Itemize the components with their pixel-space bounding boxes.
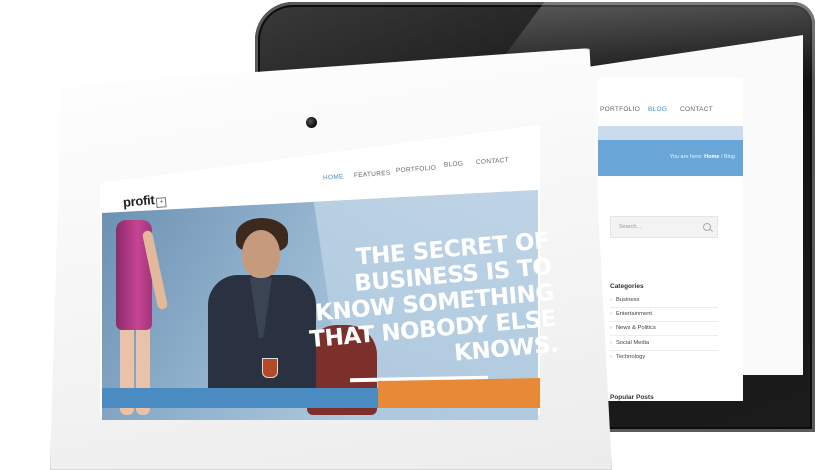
page-title-banner: You are here: Home / Blog	[598, 140, 743, 176]
breadcrumb-current: Blog	[723, 154, 735, 160]
nav-blog[interactable]: BLOG	[444, 160, 464, 168]
hero-headline: THE SECRET OF BUSINESS IS TO KNOW SOMETH…	[249, 228, 559, 384]
chevron-right-icon: ›	[610, 297, 612, 303]
breadcrumb: You are here: Home / Blog	[670, 154, 735, 160]
orange-feature-block	[378, 378, 540, 408]
chevron-right-icon: ›	[610, 340, 612, 346]
nav-blog[interactable]: BLOG	[648, 106, 667, 113]
category-item[interactable]: › Entertainment	[610, 311, 652, 317]
divider	[610, 307, 718, 308]
logo-text: profit	[122, 192, 155, 210]
chevron-right-icon: ›	[610, 311, 612, 317]
breadcrumb-prefix: You are here:	[669, 154, 703, 160]
category-label: Business	[615, 297, 640, 303]
blue-feature-block	[102, 388, 378, 408]
nav-contact[interactable]: CONTACT	[680, 106, 713, 113]
nav-home[interactable]: HOME	[323, 173, 344, 181]
category-item[interactable]: › Technology	[610, 354, 645, 360]
divider	[610, 335, 718, 336]
category-item[interactable]: › News & Politics	[610, 325, 656, 331]
category-label: News & Politics	[615, 325, 656, 331]
category-item[interactable]: › Business	[610, 297, 639, 303]
blog-page: PORTFOLIO BLOG CONTACT You are here: Hom…	[598, 78, 743, 401]
logo-plus-icon: +	[156, 197, 168, 208]
search-input[interactable]: Search...	[610, 216, 718, 238]
search-icon[interactable]	[703, 223, 711, 231]
category-label: Technology	[615, 354, 646, 360]
divider	[610, 350, 718, 351]
chevron-right-icon: ›	[610, 354, 612, 360]
popular-posts-heading: Popular Posts	[610, 394, 654, 401]
category-label: Social Media	[615, 340, 650, 346]
search-placeholder: Search...	[619, 224, 642, 230]
breadcrumb-home[interactable]: Home	[704, 154, 719, 160]
divider	[610, 321, 718, 322]
categories-heading: Categories	[610, 283, 644, 290]
chevron-right-icon: ›	[610, 325, 612, 331]
breadcrumb-separator: /	[720, 154, 723, 160]
category-label: Entertainment	[615, 311, 653, 317]
category-item[interactable]: › Social Media	[610, 340, 649, 346]
nav-portfolio[interactable]: PORTFOLIO	[600, 106, 640, 113]
camera-icon	[306, 117, 317, 128]
blog-nav: PORTFOLIO BLOG CONTACT	[598, 98, 743, 128]
header-divider-band	[598, 126, 743, 140]
